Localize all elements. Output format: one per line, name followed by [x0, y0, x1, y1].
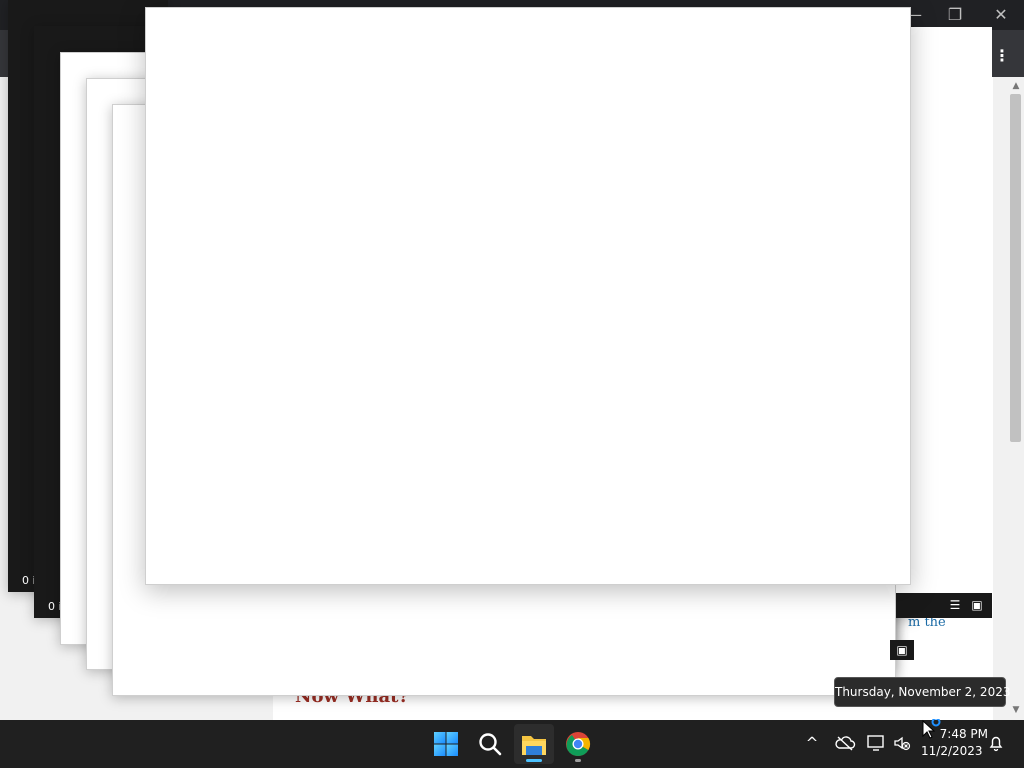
close-button[interactable]: ✕ — [983, 1, 1019, 29]
notification-bell-icon[interactable] — [985, 732, 1007, 754]
thumbnail-view-icon[interactable]: ▣ — [895, 644, 909, 656]
network-icon[interactable] — [865, 732, 887, 754]
scroll-thumb[interactable] — [1010, 94, 1021, 442]
start-button[interactable] — [426, 724, 466, 764]
taskbar: ^ — [0, 720, 1024, 768]
clock-date[interactable]: 11/2/2023 — [921, 744, 983, 758]
restore-button[interactable]: ❐ — [937, 1, 973, 29]
clock-tooltip: Thursday, November 2, 2023 — [834, 677, 1010, 707]
volume-muted-icon[interactable] — [891, 732, 913, 754]
mouse-cursor-icon — [922, 719, 941, 739]
scroll-up-icon[interactable]: ▲ — [1010, 80, 1022, 92]
tray-chevron-icon[interactable]: ^ — [801, 732, 823, 754]
stacked-window-statusbar-small: ▣ — [890, 640, 914, 660]
speaker-muted-icon — [894, 736, 911, 751]
onedrive-icon[interactable] — [834, 732, 856, 754]
windows-start-icon — [434, 732, 458, 756]
search-button[interactable] — [470, 724, 510, 764]
running-indicator — [526, 759, 542, 762]
front-window-preview[interactable] — [145, 7, 911, 585]
chrome-button[interactable] — [558, 724, 598, 764]
file-explorer-button[interactable] — [514, 724, 554, 764]
search-icon — [479, 733, 502, 756]
chrome-icon — [566, 732, 591, 757]
browser-menu-icon[interactable]: ⋮ — [992, 44, 1012, 68]
cloud-icon — [835, 736, 856, 751]
running-indicator — [575, 759, 581, 762]
stacked-window-statusbar: ☰ ▣ — [896, 593, 992, 618]
monitor-icon — [867, 735, 884, 751]
details-view-icon[interactable]: ☰ — [948, 599, 962, 611]
thumbnail-view-icon[interactable]: ▣ — [970, 599, 984, 611]
file-explorer-icon — [522, 736, 546, 755]
scroll-down-icon[interactable]: ▼ — [1010, 704, 1022, 716]
bell-icon — [989, 736, 1003, 752]
